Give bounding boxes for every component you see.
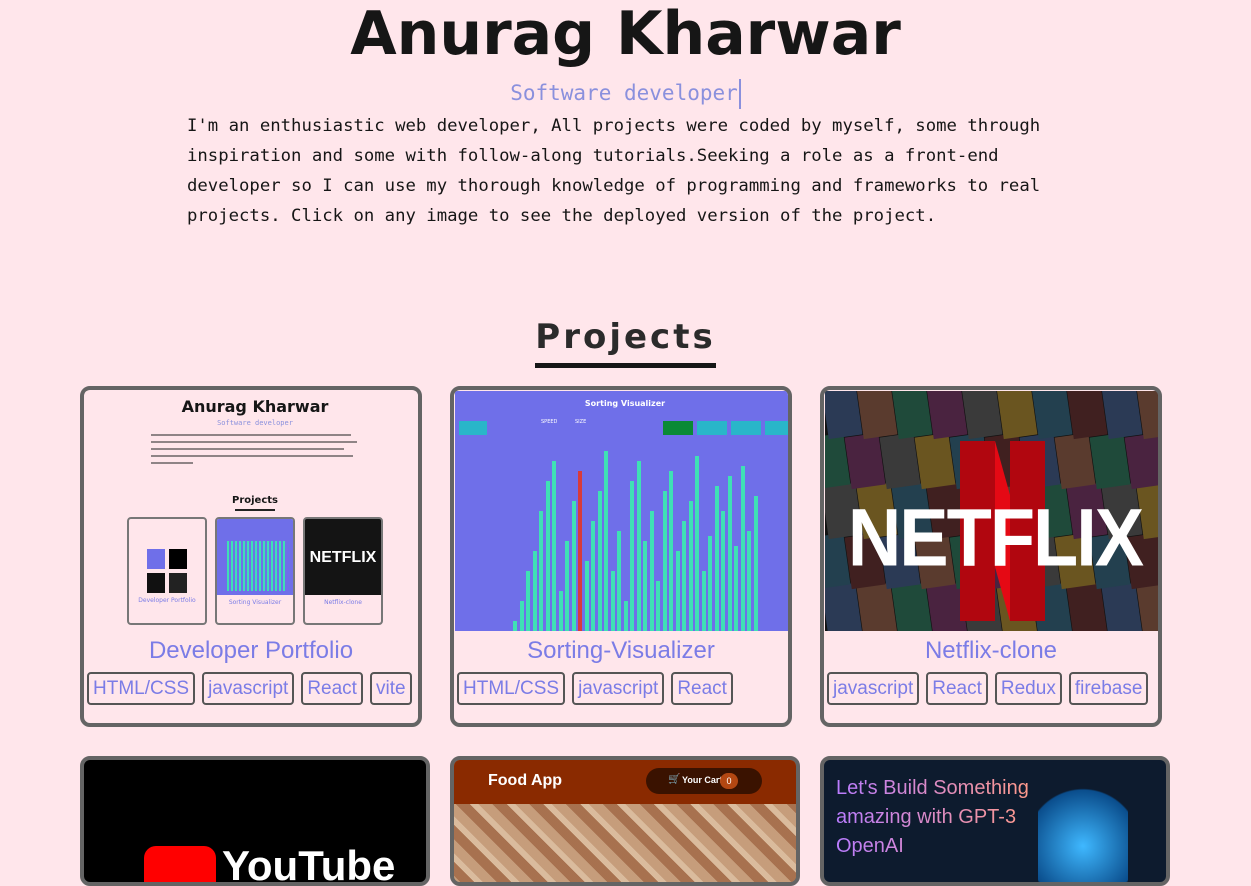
thumb-card-netflix: NETFLIX Netflix-clone — [303, 517, 383, 625]
tech-tags: HTML/CSS javascript React vite — [87, 672, 412, 705]
netflix-wordmark: NETFLIX — [847, 491, 1144, 584]
sort-bar — [721, 511, 725, 631]
sort-bar — [727, 476, 732, 631]
thumb-text-lines — [151, 429, 361, 469]
thumb-name: Anurag Kharwar — [181, 397, 329, 416]
gpt-headline: Let's Build Something amazing with GPT-3… — [836, 774, 1029, 861]
sort-bar — [610, 571, 615, 631]
intro-paragraph: I'm an enthusiastic web developer, All p… — [187, 116, 1041, 226]
sort-bar — [597, 491, 602, 631]
tech-tags: HTML/CSS javascript React — [457, 672, 733, 705]
cart-icon: 🛒 — [668, 774, 681, 785]
project-image-sorting-visualizer[interactable]: Sorting Visualizer SPEED SIZE — [455, 391, 788, 631]
youtube-wordmark: YouTube — [222, 842, 396, 886]
cart-count-badge: 0 — [720, 773, 738, 789]
project-card-developer-portfolio: Anurag Kharwar Software developer Projec… — [80, 386, 422, 727]
tag-javascript: javascript — [202, 672, 295, 705]
tag-react: React — [301, 672, 363, 705]
sort-bar — [558, 591, 563, 631]
sort-bar — [695, 456, 699, 631]
sort-bar — [656, 581, 660, 631]
project-title[interactable]: Netflix-clone — [824, 636, 1158, 666]
youtube-play-icon — [144, 846, 216, 882]
project-card-sorting-visualizer: Sorting Visualizer SPEED SIZE Sorting-Vi… — [450, 386, 792, 727]
project-title[interactable]: Sorting-Visualizer — [454, 636, 788, 666]
projects-heading: Projects — [0, 315, 1251, 368]
sort-bar — [682, 521, 686, 631]
sort-bar — [539, 511, 543, 631]
sort-bar — [617, 531, 621, 631]
sort-bar — [688, 501, 693, 631]
tag-html-css: HTML/CSS — [87, 672, 196, 705]
sort-bar — [526, 571, 530, 631]
sort-bar — [662, 491, 667, 631]
role-subtitle: Software developer — [0, 78, 1251, 109]
sort-bar — [571, 501, 576, 631]
tag-javascript: javascript — [572, 672, 665, 705]
thumb-projects-heading: Projects — [231, 495, 278, 506]
sort-bar — [669, 471, 673, 631]
thumb-title: Sorting Visualizer — [584, 399, 666, 408]
project-card-netflix-clone: NETFLIX Netflix-clone javascript React R… — [820, 386, 1162, 727]
thumb-card-portfolio: Developer Portfolio — [127, 517, 207, 625]
role-text: Software developer — [510, 81, 738, 105]
tech-tags: javascript React Redux firebase — [827, 672, 1149, 705]
food-app-title: Food App — [488, 772, 563, 789]
sort-bar — [636, 461, 641, 631]
sort-bar — [740, 466, 745, 631]
sort-bar — [578, 471, 582, 631]
typing-caret — [738, 79, 741, 109]
cart-label: Your Cart — [682, 775, 723, 785]
sort-bar — [532, 551, 537, 631]
sort-bar — [591, 521, 595, 631]
tag-javascript: javascript — [827, 672, 920, 705]
sort-bar — [584, 561, 589, 631]
food-photo — [454, 804, 796, 882]
thumb-card-sorting: Sorting Visualizer — [215, 517, 295, 625]
sort-bar — [545, 481, 550, 631]
thumb-role: Software developer — [217, 419, 293, 427]
sort-bar — [552, 461, 556, 631]
sort-bar — [753, 496, 758, 631]
ai-head-graphic — [1038, 780, 1128, 882]
sort-bar — [714, 486, 719, 631]
sort-bar — [565, 541, 569, 631]
page-title: Anurag Kharwar — [350, 0, 901, 69]
sort-bar — [649, 511, 654, 631]
sort-bar — [747, 531, 751, 631]
tag-react: React — [671, 672, 733, 705]
tag-firebase: firebase — [1068, 672, 1149, 705]
sort-bar — [675, 551, 680, 631]
sort-bar — [623, 601, 628, 631]
tag-html-css: HTML/CSS — [457, 672, 566, 705]
sort-bar — [630, 481, 634, 631]
sort-bar — [519, 601, 524, 631]
sort-bar — [604, 451, 608, 631]
tag-vite: vite — [369, 672, 412, 705]
tag-redux: Redux — [994, 672, 1062, 705]
project-image-netflix-clone[interactable]: NETFLIX — [825, 391, 1158, 631]
cart-button: 🛒 Your Cart 0 — [646, 768, 762, 794]
sort-bar — [708, 536, 712, 631]
sort-bar — [701, 571, 706, 631]
sort-bar — [513, 621, 517, 631]
project-title[interactable]: Developer Portfolio — [84, 636, 418, 666]
sort-bar — [643, 541, 647, 631]
sort-bar — [734, 546, 738, 631]
tag-react: React — [926, 672, 988, 705]
project-image-developer-portfolio[interactable]: Anurag Kharwar Software developer Projec… — [85, 391, 418, 631]
